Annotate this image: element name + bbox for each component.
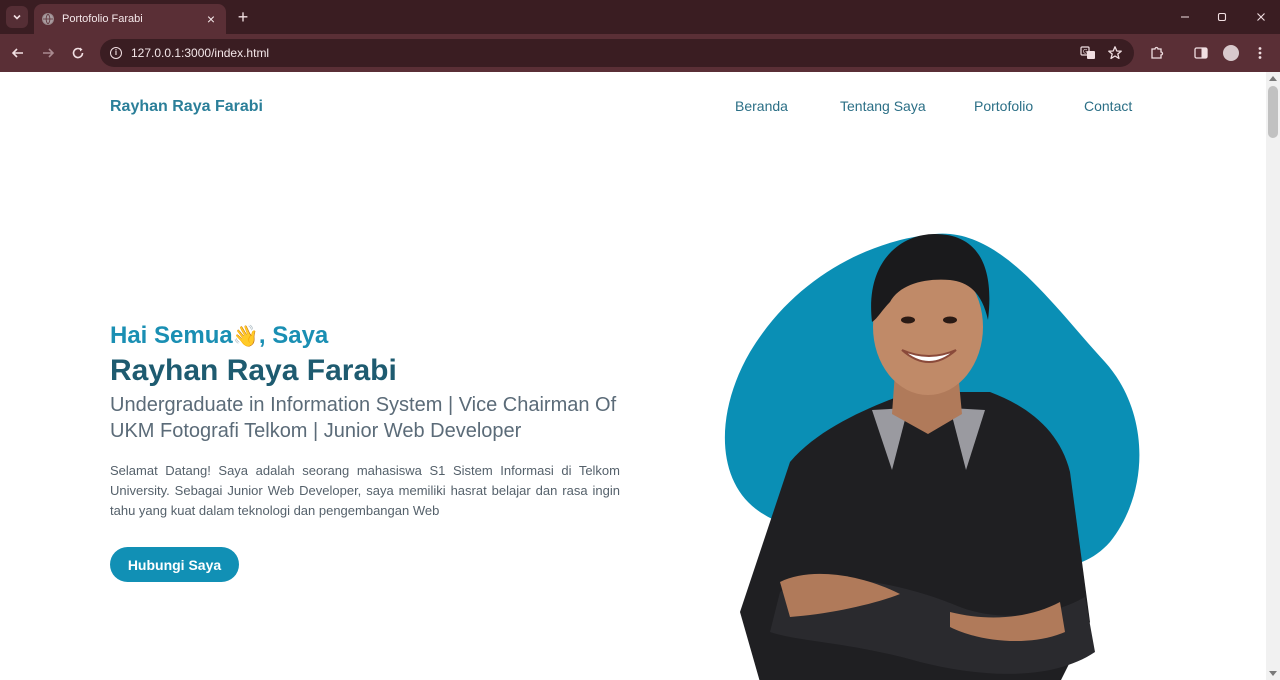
close-icon[interactable]: ×: [204, 12, 218, 26]
waving-hand-emoji: 👋: [232, 325, 259, 348]
url-text[interactable]: 127.0.0.1:3000/index.html: [131, 46, 269, 60]
avatar[interactable]: [1222, 44, 1240, 62]
puzzle-icon[interactable]: [1148, 44, 1166, 62]
hero-role: Undergraduate in Information System | Vi…: [110, 394, 617, 442]
plus-icon[interactable]: +: [234, 8, 252, 26]
globe-icon: [42, 13, 54, 25]
site-brand[interactable]: Rayhan Raya Farabi: [110, 98, 263, 116]
address-bar[interactable]: i 127.0.0.1:3000/index.html G: [100, 39, 1134, 67]
arrow-right-icon[interactable]: [38, 43, 58, 63]
scroll-down-icon[interactable]: [1269, 671, 1277, 676]
hero-name: Rayhan Raya Farabi: [110, 354, 397, 387]
contact-me-button[interactable]: Hubungi Saya: [110, 547, 239, 582]
browser-toolbar: i 127.0.0.1:3000/index.html G: [0, 34, 1280, 72]
side-panel-icon[interactable]: [1192, 44, 1210, 62]
chevron-down-icon: [13, 14, 21, 20]
browser-tab-strip: Portofolio Farabi × +: [0, 0, 1280, 34]
scroll-up-icon[interactable]: [1269, 76, 1277, 81]
info-icon[interactable]: i: [110, 47, 122, 59]
nav-link-portofolio[interactable]: Portofolio: [974, 98, 1033, 114]
tab-title: Portofolio Farabi: [62, 13, 143, 25]
nav-link-beranda[interactable]: Beranda: [735, 98, 788, 114]
reload-icon[interactable]: [68, 43, 88, 63]
vertical-scrollbar[interactable]: [1266, 72, 1280, 680]
nav-link-tentang-saya[interactable]: Tentang Saya: [840, 98, 926, 114]
hero-portrait: [724, 233, 1140, 680]
svg-text:G: G: [1083, 50, 1088, 56]
greeting-suffix: , Saya: [258, 322, 329, 349]
hero-greeting: Hai Semua👋, Saya: [110, 322, 328, 350]
scrollbar-thumb[interactable]: [1268, 86, 1278, 138]
kebab-menu-icon[interactable]: [1251, 44, 1269, 62]
close-window-icon[interactable]: [1252, 8, 1270, 26]
nav-link-contact[interactable]: Contact: [1084, 98, 1132, 114]
arrow-left-icon[interactable]: [8, 43, 28, 63]
tab-search-button[interactable]: [6, 6, 28, 28]
greeting-text: Hai Semua: [110, 322, 233, 349]
star-icon[interactable]: [1106, 44, 1124, 62]
browser-tab[interactable]: Portofolio Farabi ×: [34, 4, 226, 34]
page-viewport: Rayhan Raya Farabi Beranda Tentang Saya …: [0, 72, 1266, 680]
minimize-icon[interactable]: [1176, 8, 1194, 26]
restore-icon[interactable]: [1213, 8, 1231, 26]
hero-description: Selamat Datang! Saya adalah seorang maha…: [110, 463, 620, 518]
translate-icon[interactable]: G: [1079, 44, 1097, 62]
